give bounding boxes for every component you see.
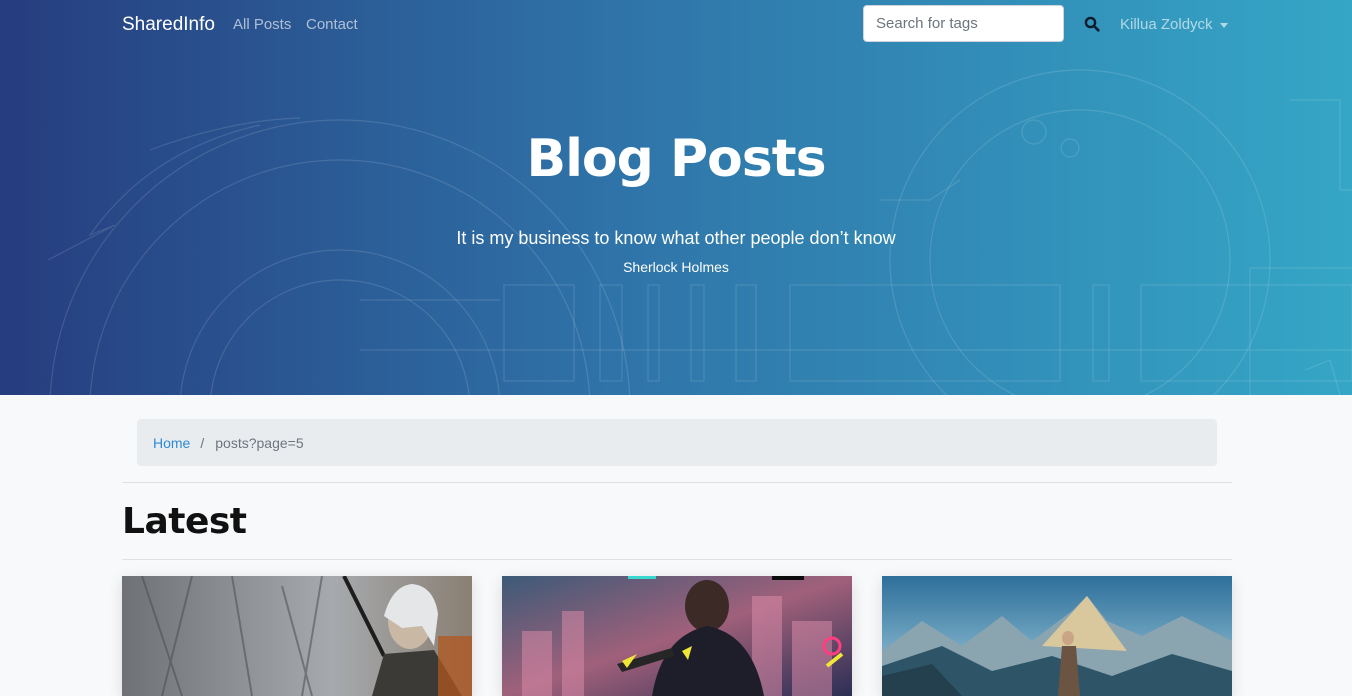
hero-background-pattern <box>47 69 1352 395</box>
nav-link-contact[interactable]: Contact <box>306 16 358 34</box>
hero-quote-author: Sherlock Holmes <box>623 259 729 275</box>
divider-bottom <box>122 559 1232 560</box>
breadcrumb-separator: / <box>200 434 205 451</box>
hero-quote: It is my business to know what other peo… <box>456 228 896 248</box>
caret-down-icon <box>1219 22 1228 28</box>
nav-link-all-posts[interactable]: All Posts <box>233 16 291 34</box>
latest-heading: Latest <box>122 501 247 542</box>
user-menu-dropdown[interactable]: Killua Zoldyck <box>1120 16 1228 34</box>
page-title: Blog Posts <box>526 129 826 189</box>
breadcrumb-home-link[interactable]: Home <box>153 435 190 451</box>
search-input[interactable] <box>863 5 1064 42</box>
user-name: Killua Zoldyck <box>1120 16 1213 33</box>
search-icon <box>1084 16 1100 32</box>
god-of-war-artwork <box>882 576 1232 696</box>
cyberpunk-artwork <box>502 576 852 696</box>
divider-top <box>122 482 1232 483</box>
post-card-3[interactable] <box>882 576 1232 696</box>
breadcrumb-current: posts?page=5 <box>215 434 304 451</box>
brand-logo[interactable]: SharedInfo <box>122 13 215 37</box>
witcher-artwork <box>122 576 472 696</box>
breadcrumb: Home / posts?page=5 <box>137 419 1217 466</box>
post-card-1[interactable] <box>122 576 472 696</box>
hero-banner: SharedInfo All Posts Contact Killua Zold… <box>0 0 1352 395</box>
post-card-2[interactable] <box>502 576 852 696</box>
search-button[interactable] <box>1080 12 1104 36</box>
